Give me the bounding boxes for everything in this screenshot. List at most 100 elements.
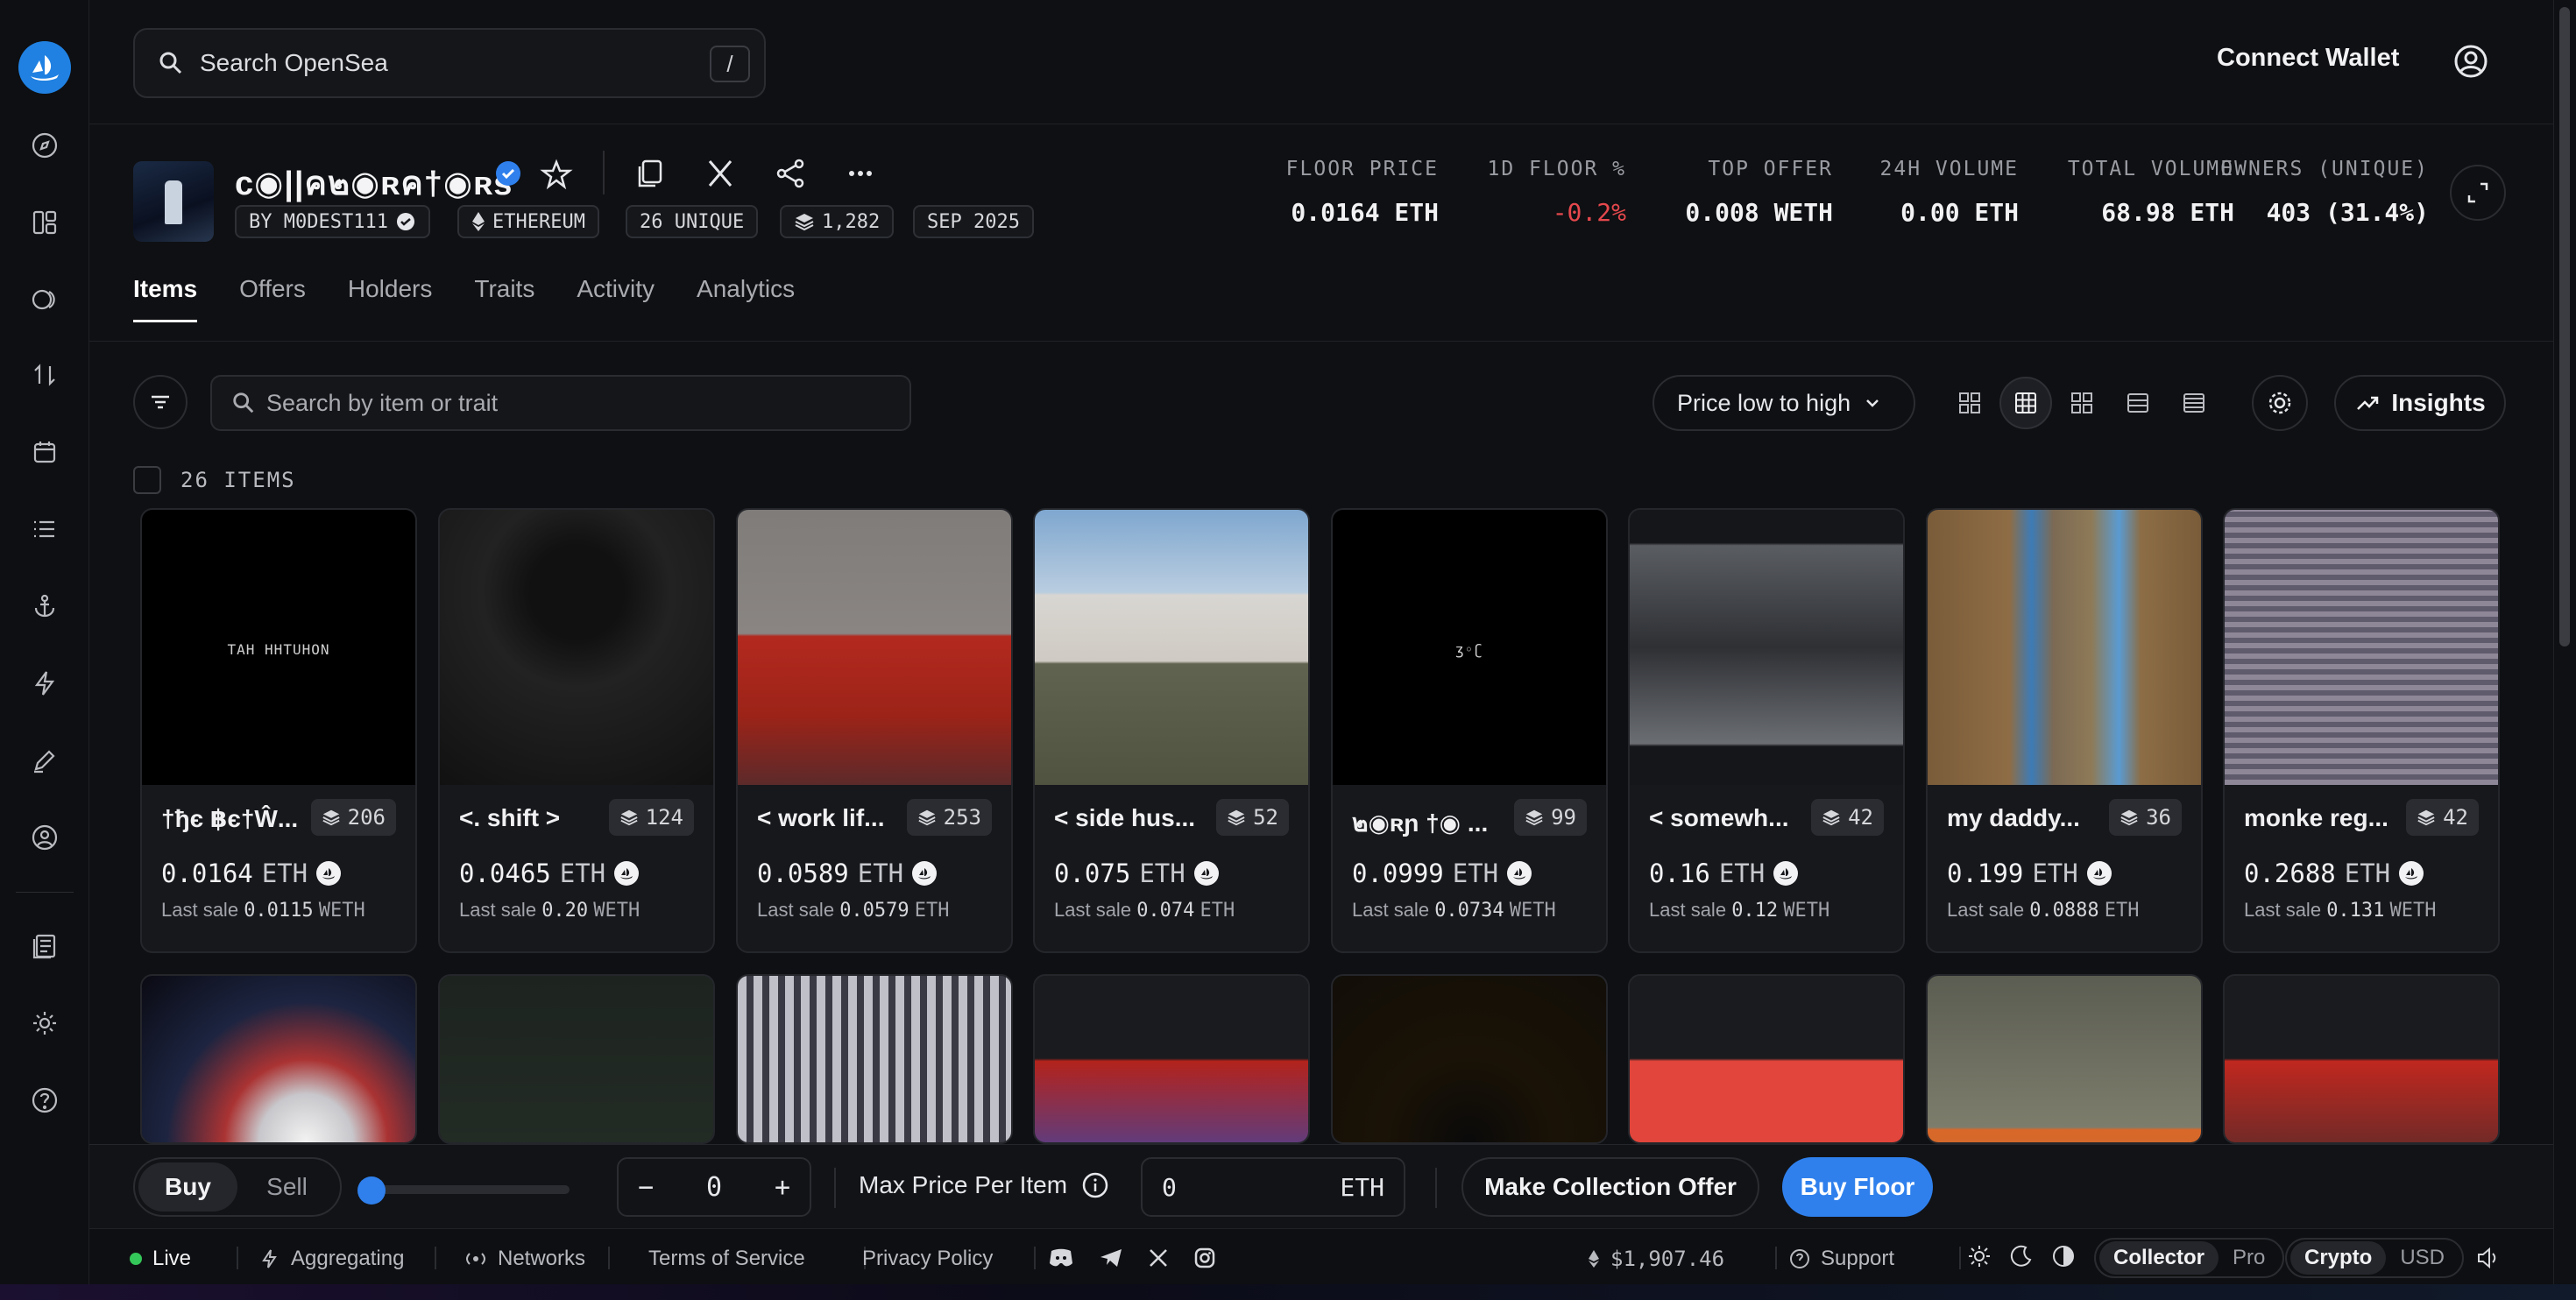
nft-image[interactable] bbox=[142, 976, 415, 1142]
decrement-button[interactable]: − bbox=[638, 1172, 654, 1203]
volume-icon[interactable] bbox=[2474, 1245, 2501, 1271]
support-link[interactable]: Support bbox=[1789, 1247, 1894, 1271]
nft-image[interactable] bbox=[1928, 510, 2201, 785]
quantity-slider[interactable] bbox=[357, 1176, 570, 1205]
lightning-icon[interactable] bbox=[27, 666, 62, 701]
telegram-icon[interactable] bbox=[1099, 1247, 1123, 1268]
nft-image[interactable] bbox=[1928, 976, 2201, 1142]
nft-image[interactable] bbox=[1333, 976, 1606, 1142]
share-icon[interactable] bbox=[773, 156, 808, 191]
tab-items[interactable]: Items bbox=[133, 275, 198, 322]
connect-wallet-button[interactable]: Connect Wallet bbox=[2217, 44, 2399, 73]
scrollbar-thumb[interactable] bbox=[2559, 7, 2570, 646]
more-options-icon[interactable] bbox=[843, 156, 878, 191]
nft-card[interactable]: < side hus... 52 0.075 ETH Last sale 0.074 E… bbox=[1033, 508, 1310, 953]
instagram-icon[interactable] bbox=[1193, 1247, 1216, 1269]
x-twitter-icon[interactable] bbox=[1148, 1247, 1169, 1268]
crypto-option[interactable]: Crypto bbox=[2290, 1241, 2387, 1275]
buy-tab[interactable]: Buy bbox=[138, 1162, 237, 1212]
sort-dropdown[interactable]: Price low to high bbox=[1652, 375, 1915, 431]
nft-card[interactable] bbox=[1033, 974, 1310, 1144]
view-grid-medium-button[interactable] bbox=[1999, 377, 2052, 429]
creator-pill[interactable]: BY M0DEST111 bbox=[235, 205, 430, 238]
nft-card[interactable] bbox=[1628, 974, 1905, 1144]
buy-floor-button[interactable]: Buy Floor bbox=[1782, 1157, 1933, 1217]
sell-tab[interactable]: Sell bbox=[237, 1162, 336, 1212]
nft-card[interactable] bbox=[736, 974, 1013, 1144]
docs-icon[interactable] bbox=[27, 929, 62, 964]
nft-image[interactable] bbox=[1630, 976, 1903, 1142]
privacy-link[interactable]: Privacy Policy bbox=[862, 1247, 993, 1271]
nft-card[interactable] bbox=[1926, 974, 2203, 1144]
collector-option[interactable]: Collector bbox=[2099, 1241, 2219, 1275]
contrast-icon[interactable] bbox=[2050, 1243, 2077, 1269]
calendar-icon[interactable] bbox=[27, 435, 62, 470]
tab-offers[interactable]: Offers bbox=[239, 275, 306, 322]
settings-gear-icon[interactable] bbox=[27, 1006, 62, 1041]
anchor-icon[interactable] bbox=[27, 589, 62, 624]
help-icon[interactable] bbox=[27, 1083, 62, 1118]
select-all-checkbox[interactable] bbox=[133, 466, 161, 494]
usd-option[interactable]: USD bbox=[2386, 1241, 2459, 1275]
nft-card[interactable]: < somewh... 42 0.16 ETH Last sale 0.12 WETH bbox=[1628, 508, 1905, 953]
nft-image[interactable]: ʒ◦ʗ bbox=[1333, 510, 1606, 785]
nft-image[interactable] bbox=[738, 510, 1011, 785]
tab-traits[interactable]: Traits bbox=[474, 275, 534, 322]
nft-card[interactable]: <. shift > 124 0.0465 ETH Last sale 0.20 WET… bbox=[438, 508, 715, 953]
info-icon[interactable] bbox=[1081, 1171, 1109, 1199]
nft-image[interactable] bbox=[440, 976, 713, 1142]
tab-holders[interactable]: Holders bbox=[348, 275, 432, 322]
expand-button[interactable] bbox=[2450, 165, 2506, 221]
pro-option[interactable]: Pro bbox=[2219, 1241, 2279, 1275]
collections-icon[interactable] bbox=[27, 282, 62, 317]
favorite-star-icon[interactable] bbox=[540, 158, 573, 191]
discord-icon[interactable] bbox=[1048, 1247, 1074, 1268]
view-grid-small-button[interactable] bbox=[1943, 377, 1996, 429]
filter-button[interactable] bbox=[133, 375, 188, 429]
nft-image[interactable] bbox=[2225, 976, 2498, 1142]
nft-image[interactable] bbox=[440, 510, 713, 785]
nft-card[interactable] bbox=[2223, 974, 2500, 1144]
x-twitter-icon[interactable] bbox=[703, 156, 738, 191]
nft-card[interactable] bbox=[140, 974, 417, 1144]
make-collection-offer-button[interactable]: Make Collection Offer bbox=[1461, 1157, 1759, 1217]
global-search-input[interactable]: Search OpenSea / bbox=[133, 28, 766, 98]
nft-image[interactable]: TAH HHTUHON bbox=[142, 510, 415, 785]
nft-card[interactable] bbox=[1331, 974, 1608, 1144]
nft-card[interactable]: my daddy... 36 0.199 ETH Last sale 0.0888 ET… bbox=[1926, 508, 2203, 953]
list-icon[interactable] bbox=[27, 512, 62, 547]
profile-icon[interactable] bbox=[27, 820, 62, 855]
nft-image[interactable] bbox=[1630, 510, 1903, 785]
nft-card[interactable]: monke reg... 42 0.2688 ETH Last sale 0.131 W… bbox=[2223, 508, 2500, 953]
grid-settings-button[interactable] bbox=[2252, 375, 2308, 431]
tab-analytics[interactable]: Analytics bbox=[697, 275, 795, 322]
page-scrollbar[interactable] bbox=[2553, 0, 2576, 1300]
nft-image[interactable] bbox=[1035, 976, 1308, 1142]
sun-icon[interactable] bbox=[1966, 1243, 1992, 1269]
view-table-button[interactable] bbox=[2168, 377, 2220, 429]
nft-card[interactable]: ʒ◦ʗ ๒◉ʀɲ †◉ ... 99 0.0999 ETH Last sale 0.073… bbox=[1331, 508, 1608, 953]
moon-icon[interactable] bbox=[2008, 1243, 2035, 1269]
dashboard-icon[interactable] bbox=[27, 205, 62, 240]
swap-icon[interactable] bbox=[27, 357, 62, 392]
nft-image[interactable] bbox=[2225, 510, 2498, 785]
account-icon[interactable] bbox=[2450, 40, 2492, 82]
nft-image[interactable] bbox=[738, 976, 1011, 1142]
terms-link[interactable]: Terms of Service bbox=[648, 1247, 805, 1271]
tab-activity[interactable]: Activity bbox=[577, 275, 655, 322]
quantity-value[interactable]: 0 bbox=[706, 1172, 722, 1203]
slider-knob[interactable] bbox=[357, 1176, 386, 1205]
view-list-button[interactable] bbox=[2112, 377, 2164, 429]
max-price-input[interactable]: 0 ETH bbox=[1141, 1157, 1405, 1217]
opensea-logo-icon[interactable] bbox=[18, 41, 71, 94]
nft-card[interactable]: < work lif... 253 0.0589 ETH Last sale 0.057… bbox=[736, 508, 1013, 953]
view-grid-large-button[interactable] bbox=[2056, 377, 2108, 429]
aggregating-link[interactable]: Aggregating bbox=[259, 1247, 404, 1271]
nft-card[interactable] bbox=[438, 974, 715, 1144]
explore-compass-icon[interactable] bbox=[27, 128, 62, 163]
networks-link[interactable]: Networks bbox=[464, 1247, 585, 1271]
create-pen-icon[interactable] bbox=[27, 743, 62, 778]
item-search-input[interactable]: Search by item or trait bbox=[210, 375, 911, 431]
copy-icon[interactable] bbox=[633, 156, 668, 191]
insights-button[interactable]: Insights bbox=[2334, 375, 2506, 431]
